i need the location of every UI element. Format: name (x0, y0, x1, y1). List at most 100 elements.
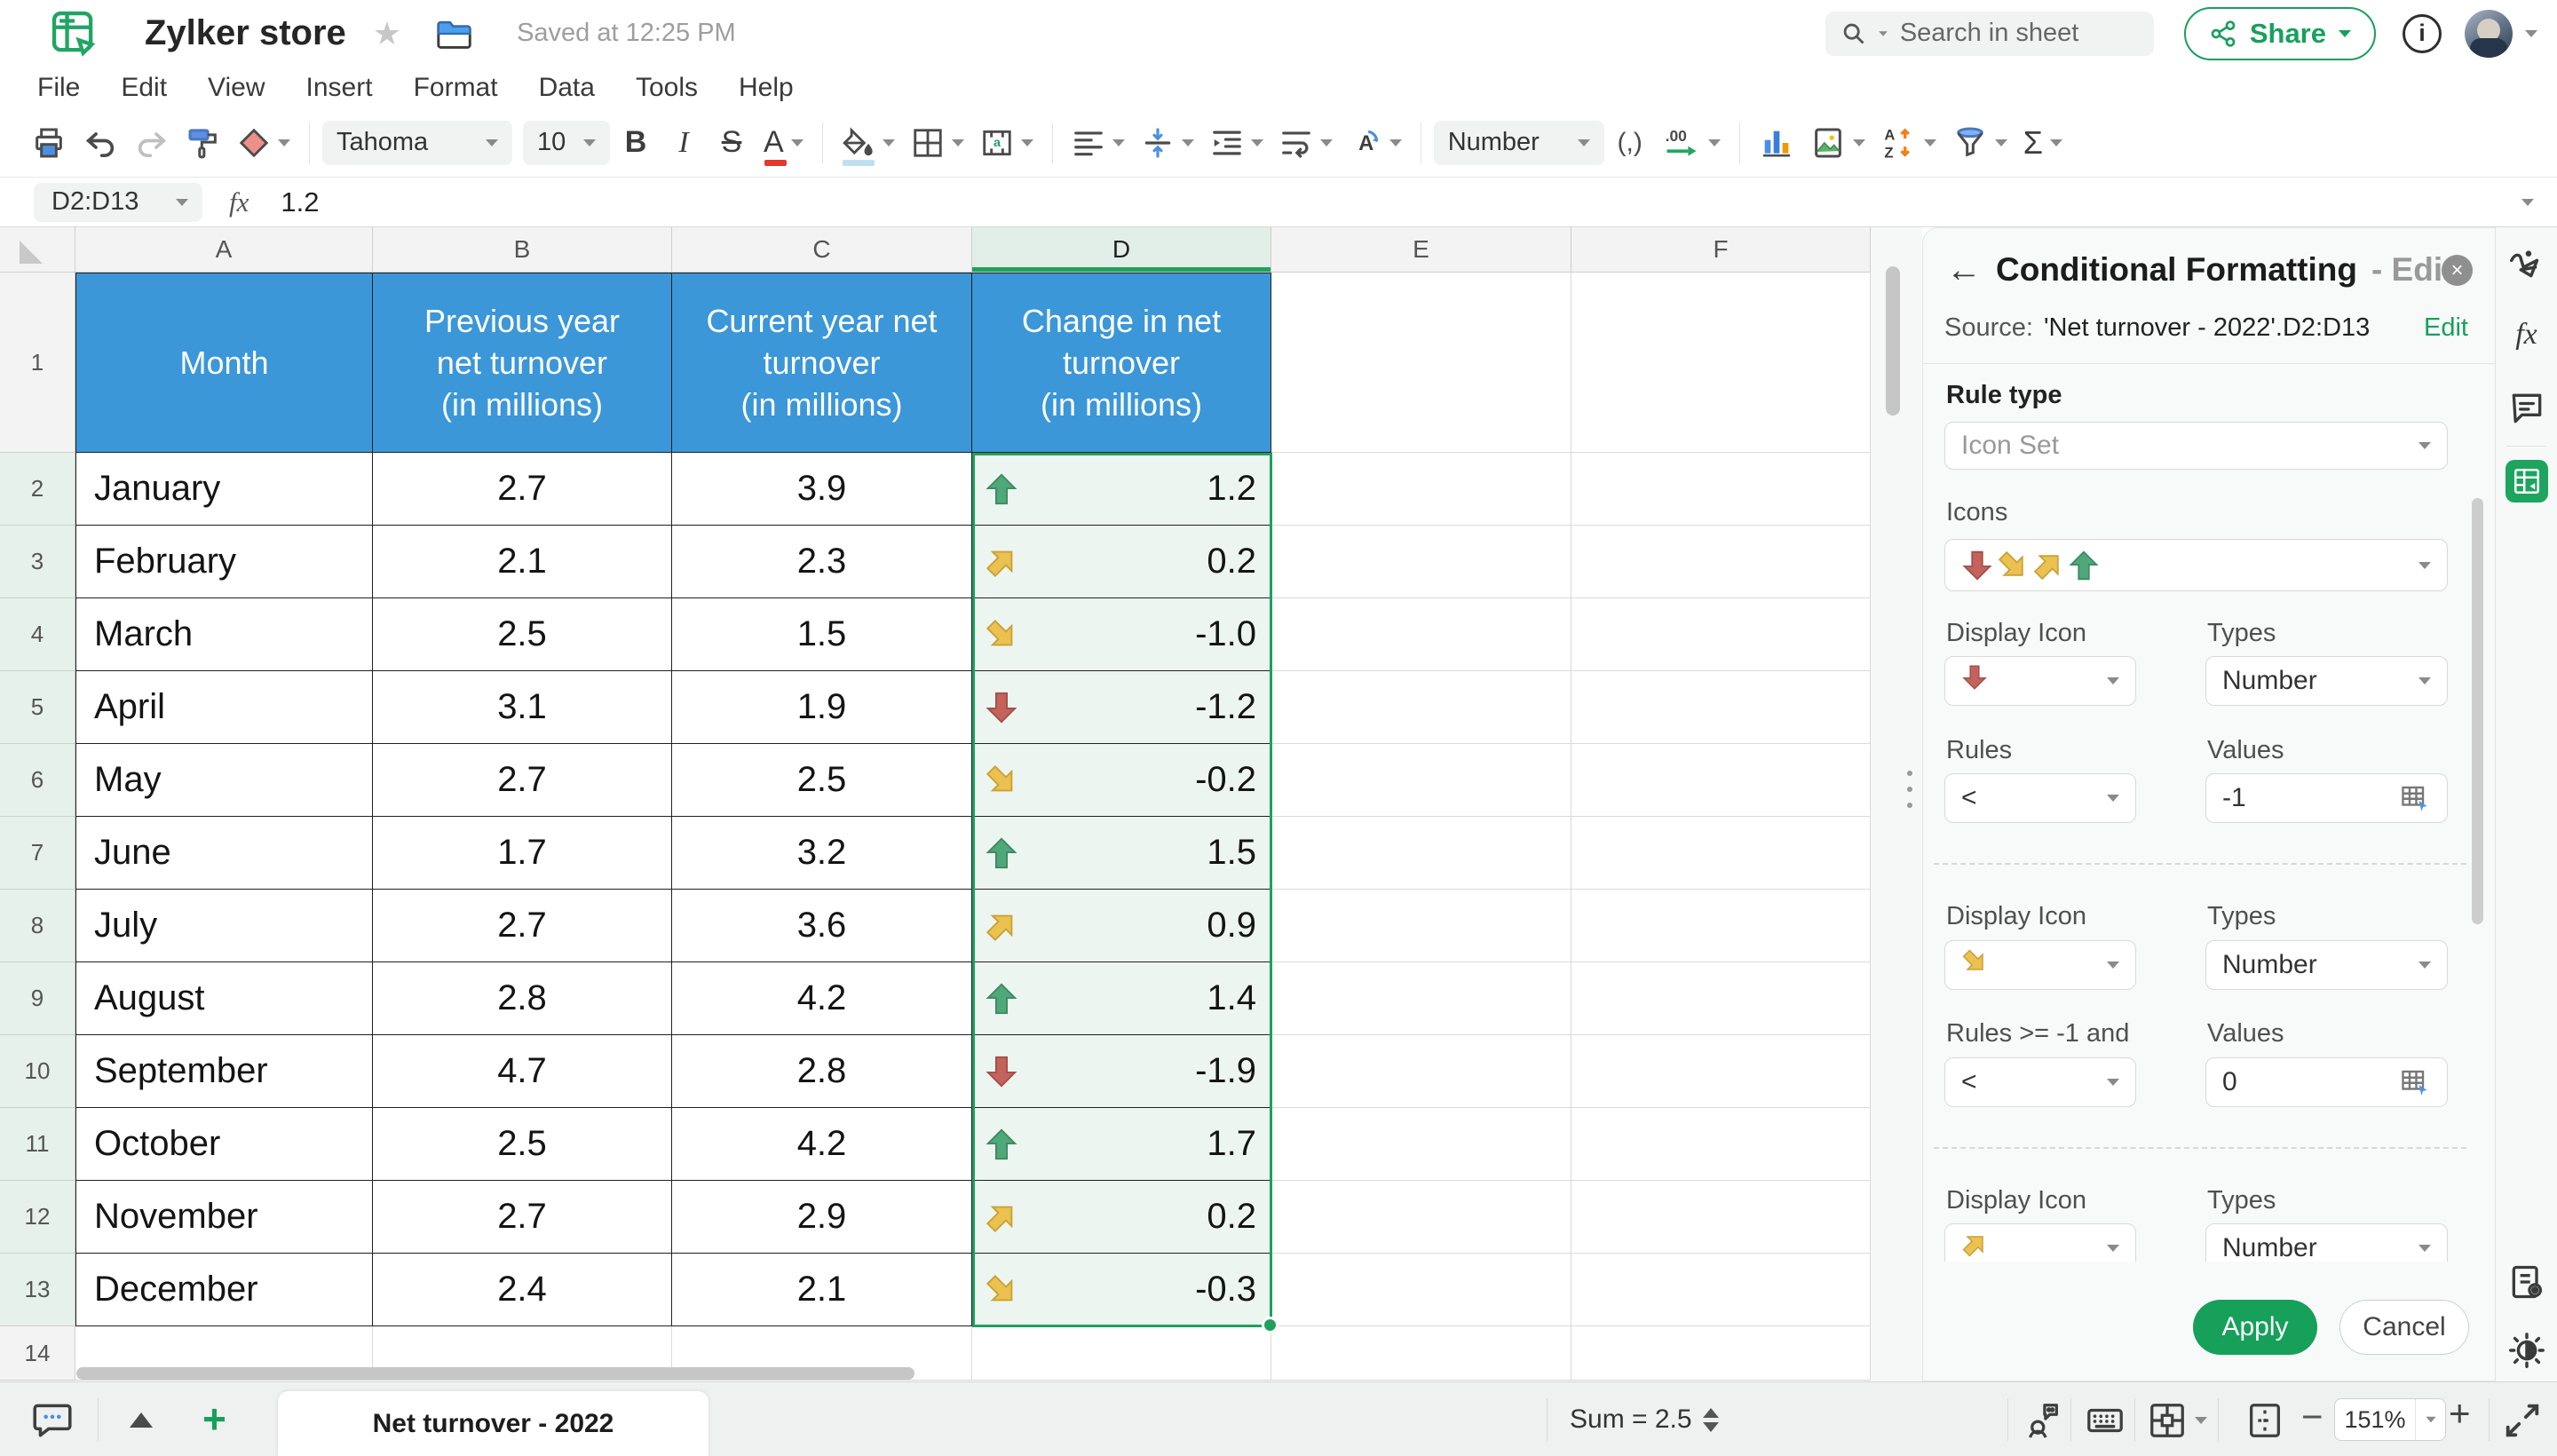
cell-E5[interactable] (1271, 671, 1571, 744)
rule-operator-select[interactable]: < (1944, 773, 2136, 823)
cell-F11[interactable] (1571, 1108, 1871, 1181)
zia-icon[interactable] (2506, 247, 2547, 288)
sheet-view-icon[interactable] (2507, 1262, 2546, 1302)
cell-A3[interactable]: February (75, 526, 373, 598)
cell-F4[interactable] (1571, 598, 1871, 671)
row-header-3[interactable]: 3 (0, 526, 75, 598)
row-header-10[interactable]: 10 (0, 1035, 75, 1108)
vertical-align-chevron-icon[interactable] (1182, 139, 1194, 146)
decimal-chevron-icon[interactable] (1708, 139, 1721, 146)
cell-A7[interactable]: June (75, 817, 373, 890)
cell-D14[interactable] (972, 1326, 1271, 1381)
sum-chevron-icon[interactable] (2050, 139, 2062, 146)
favorite-star-icon[interactable]: ★ (373, 18, 401, 50)
column-header-B[interactable]: B (373, 227, 672, 273)
zoom-out-button[interactable]: − (2301, 1398, 2323, 1436)
column-header-A[interactable]: A (75, 227, 373, 273)
row-header-7[interactable]: 7 (0, 817, 75, 890)
font-family-select[interactable]: Tahoma (322, 121, 512, 165)
cell-F14[interactable] (1571, 1326, 1871, 1381)
menu-item-tools[interactable]: Tools (636, 73, 698, 103)
redo-button[interactable] (128, 118, 176, 168)
folder-icon[interactable] (435, 16, 474, 51)
cell-B6[interactable]: 2.7 (373, 744, 672, 817)
vertical-align-button[interactable] (1135, 118, 1200, 168)
cell-A5[interactable]: April (75, 671, 373, 744)
discuss-icon[interactable] (30, 1398, 75, 1443)
cell-A4[interactable]: March (75, 598, 373, 671)
cell-E4[interactable] (1271, 598, 1571, 671)
row-header-5[interactable]: 5 (0, 671, 75, 744)
document-title[interactable]: Zylker store (145, 13, 346, 53)
close-icon[interactable]: × (2442, 255, 2473, 286)
formula-input[interactable]: 1.2 (281, 186, 319, 218)
cell-C5[interactable]: 1.9 (672, 671, 972, 744)
cell-E8[interactable] (1271, 890, 1571, 962)
cell-C13[interactable]: 2.1 (672, 1254, 972, 1326)
cell-D10[interactable]: -1.9 (972, 1035, 1271, 1108)
cell-D11[interactable]: 1.7 (972, 1108, 1271, 1181)
bold-button[interactable]: B (614, 118, 658, 168)
cell-C10[interactable]: 2.8 (672, 1035, 972, 1108)
cell-B10[interactable]: 4.7 (373, 1035, 672, 1108)
wrap-text-chevron-icon[interactable] (1320, 139, 1333, 146)
row-header-1[interactable]: 1 (0, 273, 75, 453)
cell-D13[interactable]: -0.3 (972, 1254, 1271, 1326)
cell-A10[interactable]: September (75, 1035, 373, 1108)
insert-image-chevron-icon[interactable] (1853, 139, 1865, 146)
borders-chevron-icon[interactable] (952, 139, 964, 146)
cell-B7[interactable]: 1.7 (373, 817, 672, 890)
fx-icon[interactable]: fx (229, 186, 249, 218)
column-header-C[interactable]: C (672, 227, 972, 273)
types-select[interactable]: Number (2205, 940, 2448, 990)
row-header-14[interactable]: 14 (0, 1326, 75, 1381)
row-header-8[interactable]: 8 (0, 890, 75, 962)
keyboard-shortcuts-icon[interactable] (2085, 1400, 2126, 1441)
cell-B5[interactable]: 3.1 (373, 671, 672, 744)
name-box[interactable]: D2:D13 (34, 183, 202, 222)
cell-F3[interactable] (1571, 526, 1871, 598)
cell-E9[interactable] (1271, 962, 1571, 1035)
sort-chevron-icon[interactable] (1924, 139, 1936, 146)
horizontal-scrollbar[interactable] (76, 1367, 914, 1380)
selection-summary[interactable]: Sum = 2.5 (1570, 1382, 1719, 1456)
cell-D6[interactable]: -0.2 (972, 744, 1271, 817)
cell-D12[interactable]: 0.2 (972, 1181, 1271, 1254)
theme-brightness-icon[interactable] (2506, 1330, 2547, 1371)
display-icon-select[interactable] (1944, 940, 2136, 990)
merge-cells-button[interactable]: a (974, 118, 1040, 168)
cell-B11[interactable]: 2.5 (373, 1108, 672, 1181)
cell-D7[interactable]: 1.5 (972, 817, 1271, 890)
cell-C2[interactable]: 3.9 (672, 453, 972, 526)
cell-A9[interactable]: August (75, 962, 373, 1035)
text-rotate-button[interactable]: A (1342, 118, 1408, 168)
zoom-in-button[interactable]: + (2449, 1395, 2471, 1432)
format-painter-button[interactable] (179, 118, 227, 168)
sum-function-button[interactable]: Σ (2017, 118, 2069, 168)
spreadsheet-grid[interactable]: ABCDEF 1234567891011121314 MonthPrevious… (0, 227, 1922, 1381)
sheet-list-button[interactable] (130, 1412, 153, 1428)
menu-item-file[interactable]: File (37, 73, 80, 103)
apply-button[interactable]: Apply (2193, 1300, 2317, 1355)
sort-button[interactable]: A Z (1875, 118, 1943, 168)
rule-value-input[interactable]: -1 (2205, 773, 2448, 823)
row-header-12[interactable]: 12 (0, 1181, 75, 1254)
cell-F13[interactable] (1571, 1254, 1871, 1326)
cell-B4[interactable]: 2.5 (373, 598, 672, 671)
layout-chevron-icon[interactable] (2195, 1417, 2207, 1424)
indent-chevron-icon[interactable] (1251, 139, 1263, 146)
row-header-4[interactable]: 4 (0, 598, 75, 671)
insert-chart-button[interactable] (1753, 118, 1801, 168)
eraser-button[interactable] (231, 118, 297, 168)
cell-C11[interactable]: 4.2 (672, 1108, 972, 1181)
select-all-corner[interactable] (0, 227, 75, 273)
column-header-E[interactable]: E (1271, 227, 1571, 273)
row-header-13[interactable]: 13 (0, 1254, 75, 1326)
name-box-chevron-icon[interactable] (176, 199, 188, 206)
cell-C12[interactable]: 2.9 (672, 1181, 972, 1254)
row-header-9[interactable]: 9 (0, 962, 75, 1035)
row-header-11[interactable]: 11 (0, 1108, 75, 1181)
cell-D5[interactable]: -1.2 (972, 671, 1271, 744)
window-layout-button[interactable] (2147, 1400, 2207, 1441)
cancel-button[interactable]: Cancel (2339, 1300, 2469, 1355)
